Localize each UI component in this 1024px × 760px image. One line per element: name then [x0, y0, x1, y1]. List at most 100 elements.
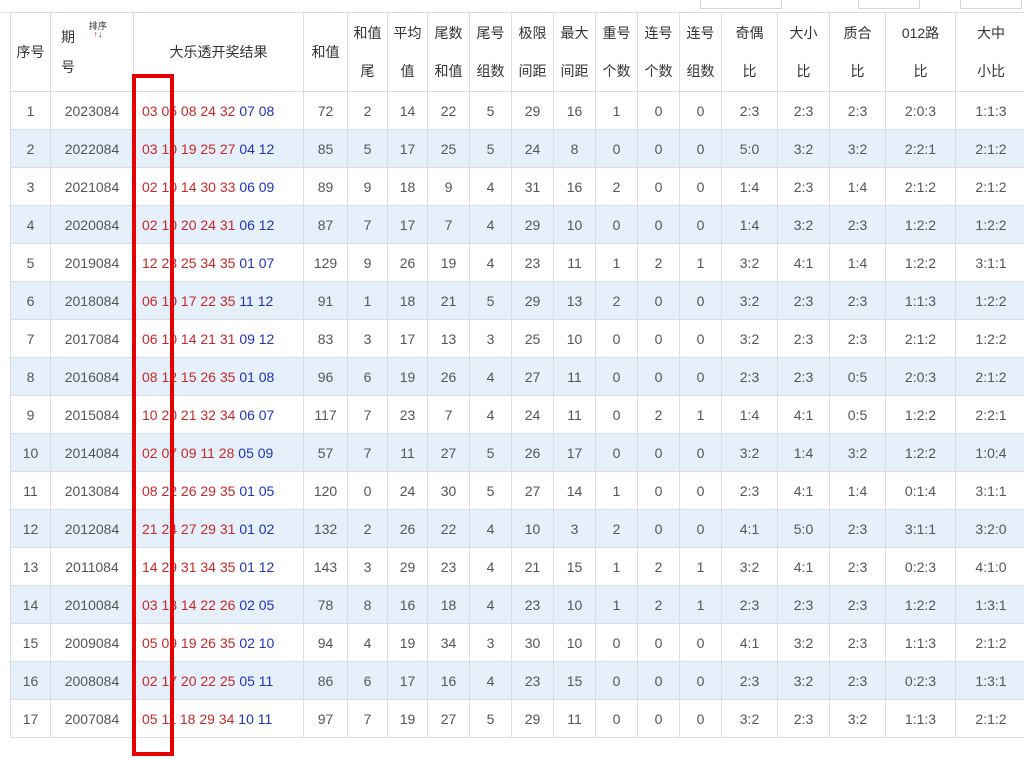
table-row[interactable]: 6 2018084 06 10 17 22 35 11 12 91 1 18 21 5 29 13…	[10, 281, 1024, 320]
row-period: 2022084	[50, 129, 134, 168]
header-col-bottom: 尾	[360, 63, 375, 79]
row-result: 02 10 14 30 33 06 09	[133, 167, 304, 206]
row-stat-13: 2:1:2	[955, 699, 1024, 738]
row-stat-1: 19	[387, 623, 428, 662]
row-stat-0: 5	[347, 129, 388, 168]
row-period: 2013084	[50, 471, 134, 510]
row-stat-13: 1:2:2	[955, 319, 1024, 358]
sort-down-arrow-icon[interactable]: ↓	[98, 29, 103, 39]
row-stat-9: 2:3	[721, 661, 778, 700]
row-stat-11: 2:3	[829, 509, 886, 548]
table-row[interactable]: 16 2008084 02 17 20 22 25 05 11 86 6 17 16 4 23 1…	[10, 661, 1024, 700]
row-sum: 72	[303, 91, 348, 130]
header-result: 大乐透开奖结果	[133, 12, 304, 92]
row-stat-3: 5	[469, 129, 512, 168]
header-col-5: 最大 间距	[553, 12, 596, 92]
row-seq: 10	[10, 433, 51, 472]
row-stat-2: 22	[427, 509, 470, 548]
back-zone-numbers: 01 08	[239, 368, 275, 385]
table-row[interactable]: 4 2020084 02 10 20 24 31 06 12 87 7 17 7 4 29 10 0…	[10, 205, 1024, 244]
row-stat-13: 1:3:1	[955, 661, 1024, 700]
row-result: 02 10 20 24 31 06 12	[133, 205, 304, 244]
table-row[interactable]: 10 2014084 02 07 09 11 28 05 09 57 7 11 27 5 26 1…	[10, 433, 1024, 472]
table-row[interactable]: 5 2019084 12 23 25 34 35 01 07 129 9 26 19 4 23 1…	[10, 243, 1024, 282]
header-col-8: 连号 组数	[679, 12, 722, 92]
header-period[interactable]: 期 排序 ↑↓ 号	[50, 12, 134, 92]
row-period: 2007084	[50, 699, 134, 738]
row-stat-8: 0	[679, 357, 722, 396]
toolbar-control-2[interactable]	[858, 0, 920, 9]
header-sum: 和值	[303, 12, 348, 92]
row-period: 2023084	[50, 91, 134, 130]
row-stat-5: 16	[553, 91, 596, 130]
row-sum: 91	[303, 281, 348, 320]
front-zone-numbers: 06 10 14 21 31	[142, 330, 236, 347]
row-stat-2: 26	[427, 357, 470, 396]
row-stat-3: 4	[469, 509, 512, 548]
row-result: 02 07 09 11 28 05 09	[133, 433, 304, 472]
row-stat-11: 2:3	[829, 281, 886, 320]
row-sum: 129	[303, 243, 348, 282]
row-stat-7: 2	[637, 547, 680, 586]
toolbar-control-3[interactable]	[960, 0, 1022, 9]
table-row[interactable]: 12 2012084 21 24 27 29 31 01 02 132 2 26 22 4 10…	[10, 509, 1024, 548]
row-stat-7: 0	[637, 699, 680, 738]
row-sum: 83	[303, 319, 348, 358]
row-stat-9: 1:4	[721, 395, 778, 434]
header-col-2: 尾数 和值	[427, 12, 470, 92]
header-col-12: 012路比	[885, 12, 956, 92]
row-stat-7: 0	[637, 205, 680, 244]
row-stat-1: 16	[387, 585, 428, 624]
row-stat-2: 34	[427, 623, 470, 662]
row-stat-9: 4:1	[721, 623, 778, 662]
row-stat-12: 2:1:2	[885, 319, 956, 358]
row-stat-1: 17	[387, 319, 428, 358]
sort-toggle[interactable]: 排序 ↑↓	[89, 22, 107, 39]
row-period: 2009084	[50, 623, 134, 662]
front-zone-numbers: 05 11 18 29 34	[142, 710, 235, 727]
row-sum: 97	[303, 699, 348, 738]
table-row[interactable]: 1 2023084 03 05 08 24 32 07 08 72 2 14 22 5 29 16…	[10, 91, 1024, 130]
row-stat-13: 2:1:2	[955, 129, 1024, 168]
table-row[interactable]: 14 2010084 03 13 14 22 26 02 05 78 8 16 18 4 23 1…	[10, 585, 1024, 624]
row-stat-11: 2:3	[829, 623, 886, 662]
table-row[interactable]: 2 2022084 03 10 19 25 27 04 12 85 5 17 25 5 24 8 0…	[10, 129, 1024, 168]
row-sum: 78	[303, 585, 348, 624]
row-stat-5: 14	[553, 471, 596, 510]
row-result: 03 13 14 22 26 02 05	[133, 585, 304, 624]
table-row[interactable]: 15 2009084 05 09 19 26 35 02 10 94 4 19 34 3 30 1…	[10, 623, 1024, 662]
row-stat-9: 3:2	[721, 281, 778, 320]
row-stat-0: 9	[347, 243, 388, 282]
table-row[interactable]: 7 2017084 06 10 14 21 31 09 12 83 3 17 13 3 25 10…	[10, 319, 1024, 358]
row-stat-5: 11	[553, 357, 596, 396]
row-stat-7: 0	[637, 129, 680, 168]
row-seq: 8	[10, 357, 51, 396]
header-col-top: 大中	[977, 25, 1005, 41]
table-row[interactable]: 8 2016084 08 12 15 26 35 01 08 96 6 19 26 4 27 11…	[10, 357, 1024, 396]
row-stat-8: 0	[679, 509, 722, 548]
row-period: 2011084	[50, 547, 134, 586]
row-stat-4: 23	[511, 243, 554, 282]
front-zone-numbers: 02 07 09 11 28	[142, 444, 235, 461]
table-row[interactable]: 9 2015084 10 20 21 32 34 06 07 117 7 23 7 4 24 11…	[10, 395, 1024, 434]
table-row[interactable]: 13 2011084 14 29 31 34 35 01 12 143 3 29 23 4 21…	[10, 547, 1024, 586]
row-seq: 14	[10, 585, 51, 624]
table-row[interactable]: 17 2007084 05 11 18 29 34 10 11 97 7 19 27 5 29 1…	[10, 699, 1024, 738]
header-col-top: 尾号	[476, 25, 505, 41]
row-stat-2: 16	[427, 661, 470, 700]
front-zone-numbers: 08 22 26 29 35	[142, 482, 236, 499]
row-stat-8: 1	[679, 585, 722, 624]
row-result: 05 09 19 26 35 02 10	[133, 623, 304, 662]
row-stat-5: 13	[553, 281, 596, 320]
table-row[interactable]: 11 2013084 08 22 26 29 35 01 05 120 0 24 30 5 27…	[10, 471, 1024, 510]
table-row[interactable]: 3 2021084 02 10 14 30 33 06 09 89 9 18 9 4 31 16 2…	[10, 167, 1024, 206]
row-stat-11: 1:4	[829, 471, 886, 510]
toolbar-control-1[interactable]	[700, 0, 782, 9]
header-col-7: 连号 个数	[637, 12, 680, 92]
back-zone-numbers: 06 09	[239, 178, 275, 195]
row-stat-9: 2:3	[721, 91, 778, 130]
row-stat-6: 0	[595, 433, 638, 472]
row-stat-2: 23	[427, 547, 470, 586]
front-zone-numbers: 05 09 19 26 35	[142, 634, 236, 651]
front-zone-numbers: 03 05 08 24 32	[142, 102, 236, 119]
